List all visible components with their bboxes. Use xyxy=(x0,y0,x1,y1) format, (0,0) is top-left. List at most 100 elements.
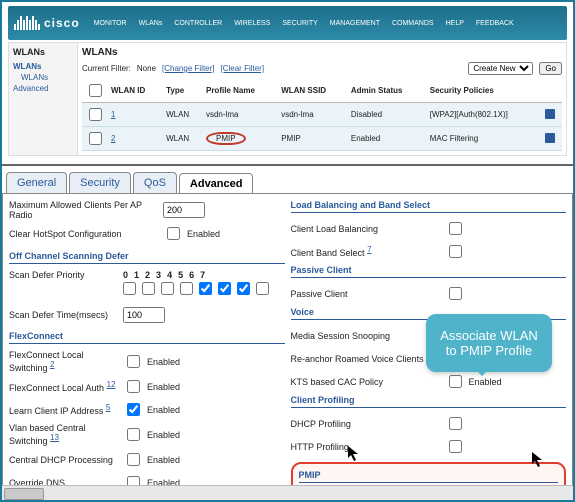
table-row: 2 WLAN PMIP PMIP Enabled MAC Filtering xyxy=(82,127,562,151)
footnote-7[interactable]: 7 xyxy=(367,245,371,254)
passive-client-label: Passive Client xyxy=(291,289,441,299)
row-checkbox[interactable] xyxy=(89,132,102,145)
max-clients-input[interactable] xyxy=(163,202,205,218)
row-action-icon[interactable] xyxy=(545,133,555,143)
wlan-status: Enabled xyxy=(348,127,427,151)
wlan-ssid: PMIP xyxy=(278,127,348,151)
left-nav-header: WLANs xyxy=(13,47,73,57)
col-ssid: WLAN SSID xyxy=(278,79,348,103)
flex-local-sw-checkbox[interactable] xyxy=(127,355,140,368)
advanced-panel: Maximum Allowed Clients Per AP Radio Cle… xyxy=(2,193,573,502)
col-status: Admin Status xyxy=(348,79,427,103)
flex-local-sw-label: FlexConnect Local Switching 2 xyxy=(9,350,119,373)
tab-qos[interactable]: QoS xyxy=(133,172,177,193)
http-prof-label: HTTP Profiling xyxy=(291,442,441,452)
wlan-table: WLAN ID Type Profile Name WLAN SSID Admi… xyxy=(82,79,562,151)
row-action-icon[interactable] xyxy=(545,109,555,119)
wlan-id-link[interactable]: 1 xyxy=(111,110,115,119)
row-checkbox[interactable] xyxy=(89,108,102,121)
menu-security[interactable]: SECURITY xyxy=(278,18,321,29)
kts-checkbox[interactable] xyxy=(449,375,462,388)
wlan-status: Disabled xyxy=(348,103,427,127)
wlan-type: WLAN xyxy=(163,127,203,151)
wlan-type: WLAN xyxy=(163,103,203,127)
wlan-policy: [WPA2][Auth(802.1X)] xyxy=(427,103,542,127)
wlan-id-link[interactable]: 2 xyxy=(111,134,115,143)
passive-client-checkbox[interactable] xyxy=(449,287,462,300)
footnote-5[interactable]: 5 xyxy=(106,403,110,412)
enabled-label: Enabled xyxy=(187,229,220,239)
horizontal-scrollbar[interactable] xyxy=(2,485,573,500)
defer-p4[interactable] xyxy=(199,282,212,295)
defer-p5[interactable] xyxy=(218,282,231,295)
scan-defer-priority-label: Scan Defer Priority xyxy=(9,270,119,280)
scrollbar-thumb[interactable] xyxy=(4,488,44,500)
pmip-header: PMIP xyxy=(299,468,559,483)
wlan-policy: MAC Filtering xyxy=(427,127,542,151)
footnote-13[interactable]: 13 xyxy=(50,433,59,442)
menu-wlans[interactable]: WLANs xyxy=(135,18,167,29)
wlan-list-panel: WLANs Current Filter: None [Change Filte… xyxy=(78,42,567,156)
flex-local-auth-checkbox[interactable] xyxy=(127,380,140,393)
client-band-checkbox[interactable] xyxy=(449,245,462,258)
go-button[interactable]: Go xyxy=(539,62,562,75)
menu-wireless[interactable]: WIRELESS xyxy=(230,18,274,29)
top-menu: MONITOR WLANs CONTROLLER WIRELESS SECURI… xyxy=(90,18,518,29)
leftnav-wlans[interactable]: WLANs xyxy=(13,61,73,72)
clear-hotspot-label: Clear HotSpot Configuration xyxy=(9,229,159,239)
media-snoop-label: Media Session Snooping xyxy=(291,331,441,341)
left-nav: WLANs WLANs WLANs Advanced xyxy=(8,42,78,156)
central-dhcp-label: Central DHCP Processing xyxy=(9,455,119,465)
col-wlanid: WLAN ID xyxy=(108,79,163,103)
defer-p6[interactable] xyxy=(237,282,250,295)
col-profile: Profile Name xyxy=(203,79,278,103)
defer-p0[interactable] xyxy=(123,282,136,295)
off-channel-header: Off Channel Scanning Defer xyxy=(9,249,285,264)
select-all-checkbox[interactable] xyxy=(89,84,102,97)
dhcp-prof-checkbox[interactable] xyxy=(449,417,462,430)
vlan-central-checkbox[interactable] xyxy=(127,428,140,441)
profiling-header: Client Profiling xyxy=(291,393,567,408)
client-load-checkbox[interactable] xyxy=(449,222,462,235)
load-balance-header: Load Balancing and Band Select xyxy=(291,198,567,213)
learn-ip-label: Learn Client IP Address 5 xyxy=(9,403,119,416)
wlan-ssid: vsdn-lma xyxy=(278,103,348,127)
http-prof-checkbox[interactable] xyxy=(449,440,462,453)
clear-filter-link[interactable]: [Clear Filter] xyxy=(221,64,265,73)
client-band-label: Client Band Select 7 xyxy=(291,245,441,258)
flexconnect-header: FlexConnect xyxy=(9,329,285,344)
leftnav-wlans-sub[interactable]: WLANs xyxy=(13,72,73,83)
menu-monitor[interactable]: MONITOR xyxy=(90,18,131,29)
menu-controller[interactable]: CONTROLLER xyxy=(170,18,226,29)
reanchor-label: Re-anchor Roamed Voice Clients xyxy=(291,354,441,364)
tab-advanced[interactable]: Advanced xyxy=(179,173,254,194)
defer-p7[interactable] xyxy=(256,282,269,295)
tab-general[interactable]: General xyxy=(6,172,67,193)
clear-hotspot-checkbox[interactable] xyxy=(167,227,180,240)
menu-help[interactable]: HELP xyxy=(442,18,468,29)
wlan-list-header: WLANs xyxy=(82,47,562,58)
defer-p3[interactable] xyxy=(180,282,193,295)
col-type: Type xyxy=(163,79,203,103)
menu-commands[interactable]: COMMANDS xyxy=(388,18,438,29)
footnote-2[interactable]: 2 xyxy=(50,360,54,369)
learn-ip-checkbox[interactable] xyxy=(127,403,140,416)
wlan-profile: vsdn-lma xyxy=(203,103,278,127)
leftnav-advanced[interactable]: Advanced xyxy=(13,83,73,94)
filter-value: None xyxy=(137,64,156,73)
client-load-label: Client Load Balancing xyxy=(291,224,441,234)
create-new-select[interactable]: Create New xyxy=(468,62,533,75)
defer-p1[interactable] xyxy=(142,282,155,295)
passive-header: Passive Client xyxy=(291,263,567,278)
menu-feedback[interactable]: FEEDBACK xyxy=(472,18,518,29)
scan-defer-time-input[interactable] xyxy=(123,307,165,323)
central-dhcp-checkbox[interactable] xyxy=(127,453,140,466)
defer-p2[interactable] xyxy=(161,282,174,295)
menu-management[interactable]: MANAGEMENT xyxy=(326,18,384,29)
kts-label: KTS based CAC Policy xyxy=(291,377,441,387)
change-filter-link[interactable]: [Change Filter] xyxy=(162,64,214,73)
max-clients-label: Maximum Allowed Clients Per AP Radio xyxy=(9,200,159,220)
footnote-12[interactable]: 12 xyxy=(107,380,116,389)
scan-defer-time-label: Scan Defer Time(msecs) xyxy=(9,310,119,320)
tab-security[interactable]: Security xyxy=(69,172,131,193)
